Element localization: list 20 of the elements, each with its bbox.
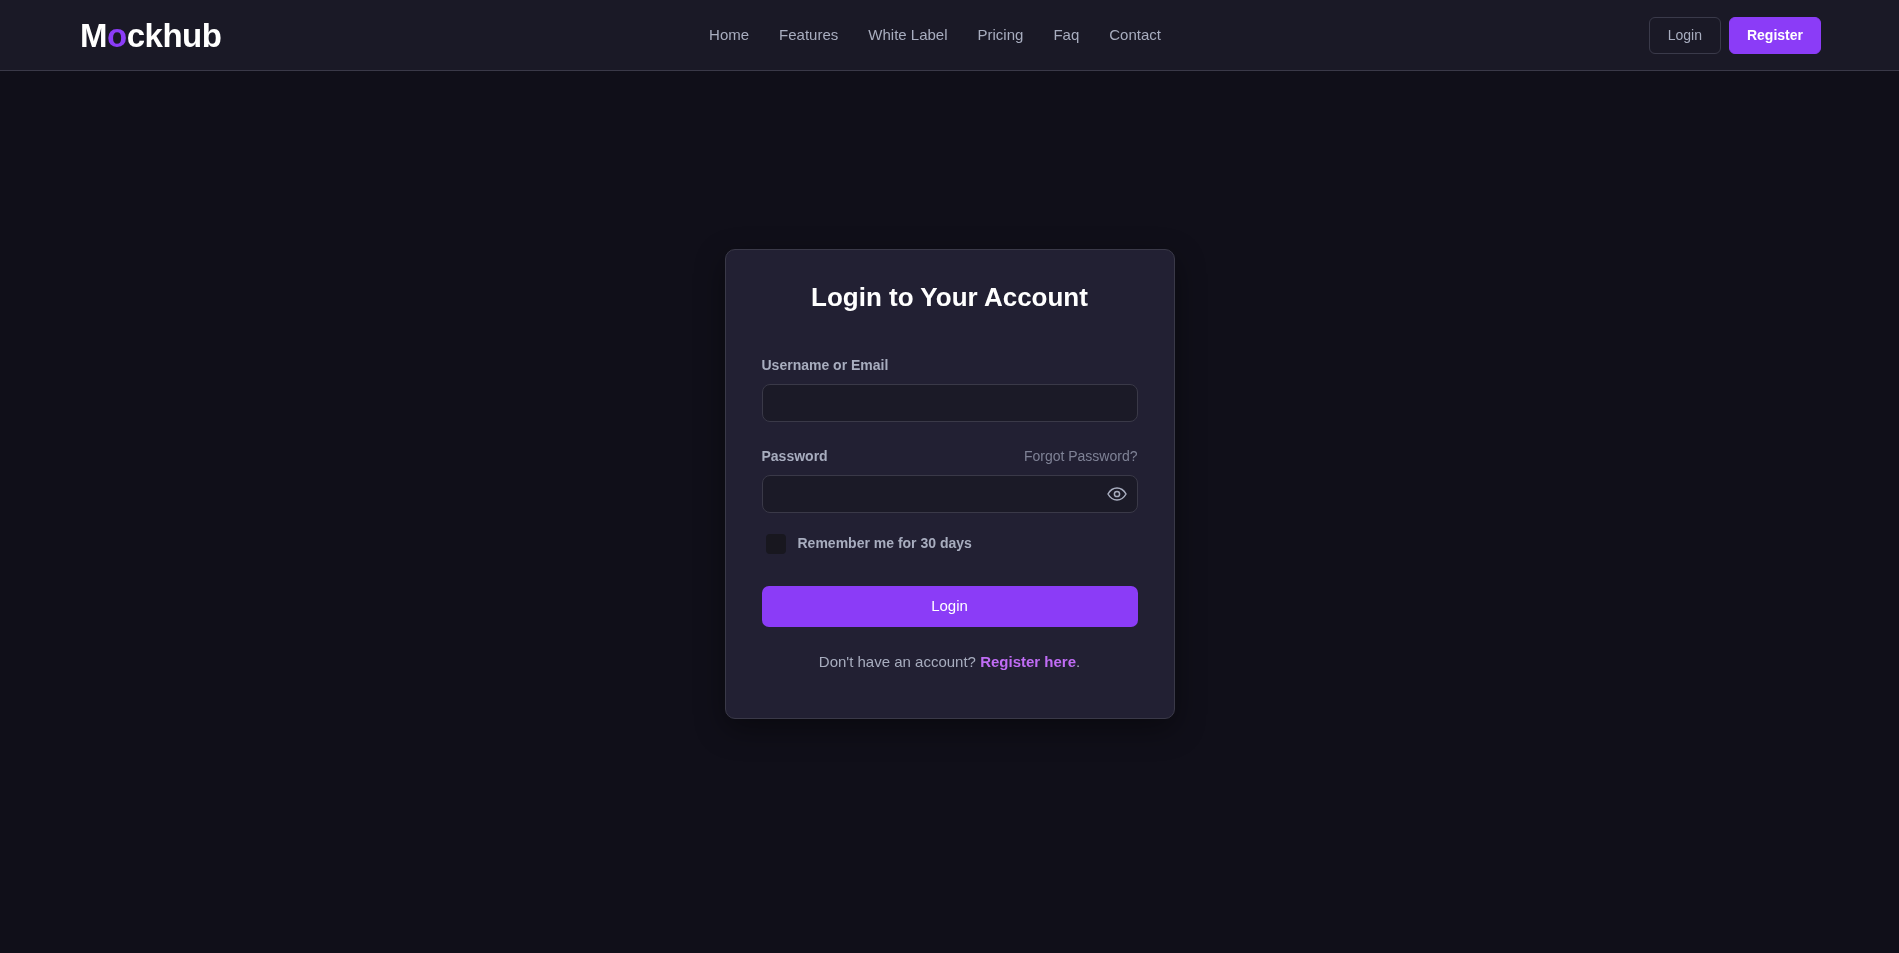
register-button[interactable]: Register xyxy=(1728,16,1821,54)
nav-link[interactable]: Faq xyxy=(1053,19,1080,51)
field-label: Password xyxy=(761,447,828,467)
register-prompt: Don't have an account? Register here. xyxy=(817,652,1082,673)
nav-link[interactable]: Features xyxy=(779,19,839,51)
forgot-password-link[interactable]: Forgot Password? xyxy=(1023,446,1138,468)
register-link[interactable]: Register here xyxy=(980,653,1076,671)
logo[interactable]: Mockhub xyxy=(80,18,222,52)
nav-link[interactable]: Pricing xyxy=(977,19,1024,51)
card-title: Login to Your Account xyxy=(811,282,1088,312)
nav-link[interactable]: Home xyxy=(709,19,750,51)
login-button[interactable]: Login xyxy=(1648,16,1721,54)
username-field[interactable] xyxy=(761,384,1138,423)
checkbox-label: Remember me for 30 days xyxy=(797,534,972,554)
login-button[interactable]: Login xyxy=(761,586,1138,628)
field-label: Username or Email xyxy=(761,356,889,376)
nav-link[interactable]: Contact xyxy=(1109,19,1161,51)
eye-icon[interactable] xyxy=(1106,487,1127,502)
password-field[interactable] xyxy=(761,475,1138,514)
nav-link[interactable]: White Label xyxy=(868,19,948,51)
